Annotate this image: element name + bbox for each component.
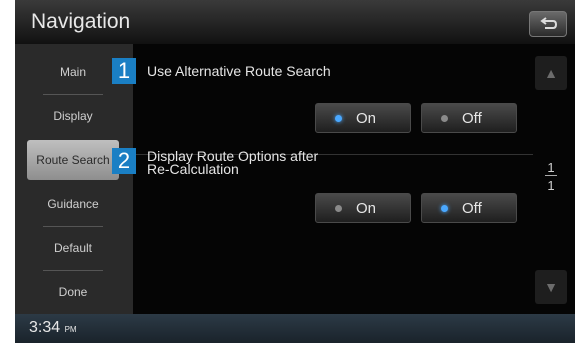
sidebar-divider (43, 270, 103, 271)
sidebar-item-label: Done (58, 285, 88, 299)
route-options-off-button[interactable]: Off (421, 193, 517, 223)
sidebar-item-display[interactable]: Display (27, 96, 119, 136)
radio-selected-icon (335, 115, 342, 122)
sidebar-item-route-search[interactable]: Route Search (27, 140, 119, 180)
radio-unselected-icon (335, 205, 342, 212)
option-label: Off (462, 200, 482, 217)
scroll-up-icon: ▲ (544, 65, 558, 81)
option-label: On (356, 200, 377, 217)
settings-sidebar: Main Display Route Search Guidance Defau… (15, 44, 133, 314)
alt-route-on-button[interactable]: On (315, 103, 411, 133)
page-current: 1 (547, 160, 555, 175)
back-arrow-icon (540, 17, 558, 29)
callout-marker-2: 2 (112, 148, 136, 174)
sidebar-item-default[interactable]: Default (27, 228, 119, 268)
alt-route-off-button[interactable]: Off (421, 103, 517, 133)
scroll-down-button[interactable]: ▼ (535, 270, 567, 304)
option-label: Off (462, 110, 482, 127)
sidebar-divider (43, 226, 103, 227)
scroll-down-icon: ▼ (544, 279, 558, 295)
page-divider (545, 175, 557, 176)
sidebar-item-label: Main (59, 65, 86, 79)
sidebar-divider (43, 94, 103, 95)
callout-marker-1: 1 (112, 58, 136, 84)
radio-selected-icon (441, 205, 448, 212)
sidebar-item-done[interactable]: Done (27, 272, 119, 312)
sidebar-item-label: Default (53, 241, 93, 255)
sidebar-item-main[interactable]: Main (27, 52, 119, 92)
title-bar: Navigation (15, 0, 575, 44)
sidebar-item-guidance[interactable]: Guidance (27, 184, 119, 224)
clock-ampm: PM (64, 325, 77, 334)
sidebar-item-label: Route Search (36, 153, 110, 167)
sidebar-item-label: Guidance (47, 197, 99, 211)
scroll-up-button[interactable]: ▲ (535, 56, 567, 90)
radio-unselected-icon (441, 115, 448, 122)
setting-label-alt-route: Use Alternative Route Search (147, 63, 331, 79)
setting-label-route-options-line2: Re-Calculation (147, 161, 239, 177)
route-options-on-button[interactable]: On (315, 193, 411, 223)
option-label: On (356, 110, 377, 127)
sidebar-item-label: Display (53, 109, 93, 123)
page-title: Navigation (31, 10, 131, 33)
clock-time: 3:34 (29, 319, 61, 336)
page-total: 1 (547, 178, 555, 193)
status-bar: 3:34 PM (15, 314, 575, 343)
clock: 3:34 PM (29, 319, 77, 337)
infotainment-screen: Navigation Main Display Route Search Gui… (15, 0, 575, 343)
back-button[interactable] (529, 11, 567, 37)
